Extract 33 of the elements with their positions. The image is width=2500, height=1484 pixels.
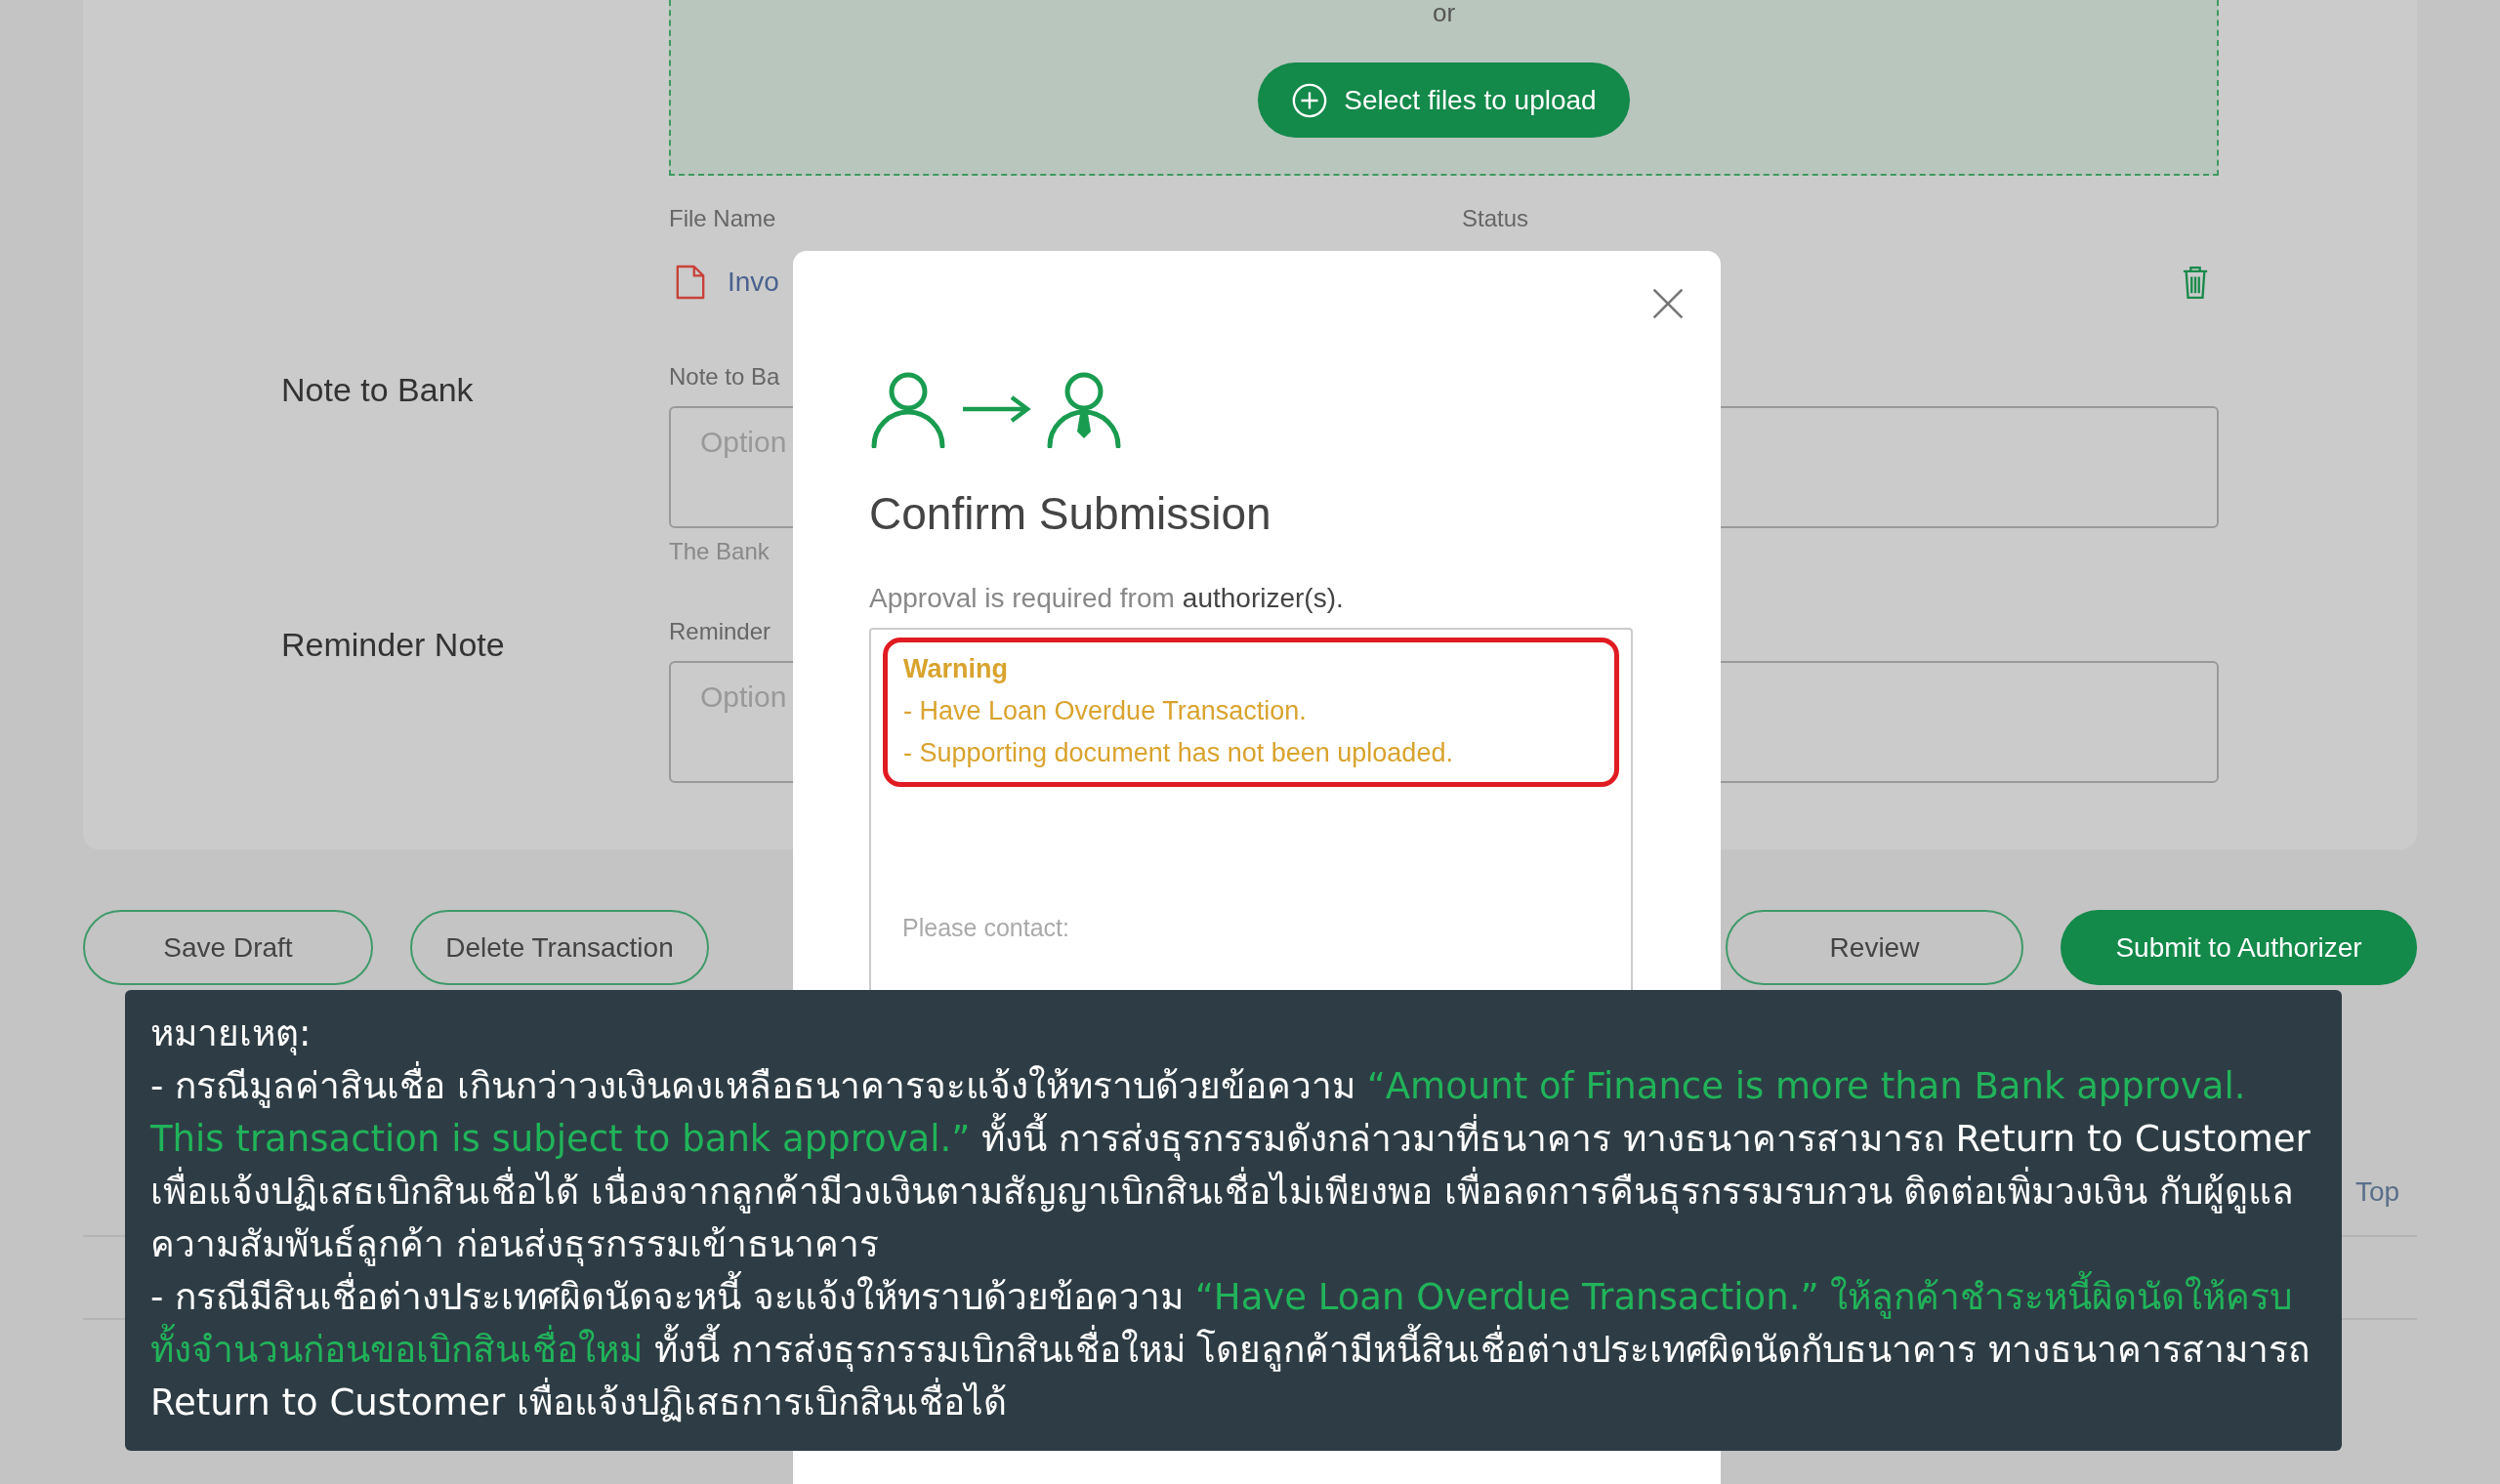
file-link[interactable]: Invo	[728, 267, 779, 298]
warning-title: Warning	[903, 654, 1009, 684]
note-paragraph: - กรณีมีสินเชื่อต่างประเทศผิดนัดจะหนี้ จะแจ้งให้ทราบด้วยข้อความ “Have Loan Overdue Transaction.” ให้ลูกค้าชำระหนี้ผิดนัดให้ครบทั้งจำนวนก่อนขอเบิกสินเชื่อใหม่ ทั้งนี้ การส่งธุรกรรมเบิกสินเชื่อใหม่ โดยลูกค้ามีหนี้สินเชื่อต่างประเทศผิดนัดกับธนาคาร ทางธนาคารสามารถ Return to Customer เพื่อแจ้งปฏิเสธการเบิกสินเชื่อได้	[150, 1271, 2316, 1429]
helper-text: The Bank	[669, 538, 771, 565]
action-button[interactable]: Save Draft	[83, 910, 373, 985]
section-label: Reminder Note	[281, 625, 506, 665]
back-to-top-link[interactable]: Top	[2355, 1176, 2400, 1208]
person-with-tie-icon	[1045, 370, 1123, 448]
authorizer-text: authorizer(s).	[1182, 583, 1344, 613]
plus-circle-icon	[1291, 81, 1329, 119]
field-label: Reminder	[669, 618, 772, 645]
arrow-icon	[961, 394, 1031, 424]
or-text: or	[1432, 0, 1456, 25]
field-label: Note to Ba	[669, 363, 781, 391]
close-icon[interactable]	[1650, 286, 1686, 321]
upload-drop-zone[interactable]: or Select files to upload	[669, 0, 2219, 176]
warning-line: - Supporting document has not been uploaded.	[903, 738, 1454, 768]
column-header: File Name	[669, 205, 777, 232]
select-files-button[interactable]: Select files to upload	[1258, 62, 1630, 138]
action-button[interactable]: Delete Transaction	[410, 910, 709, 985]
contact-text: Please contact:	[902, 914, 1070, 942]
section-label: Note to Bank	[281, 370, 475, 410]
document-icon	[675, 264, 706, 301]
trash-icon[interactable]	[2182, 264, 2209, 301]
warning-line: - Have Loan Overdue Transaction.	[903, 696, 1308, 726]
note-title: หมายเหตุ:	[150, 1011, 312, 1057]
action-button[interactable]: Review	[1726, 910, 2023, 985]
submit-button[interactable]: Submit to Authorizer	[2061, 910, 2417, 985]
person-icon	[869, 370, 947, 448]
note-paragraph: - กรณีมูลค่าสินเชื่อ เกินกว่าวงเงินคงเหลือธนาคารจะแจ้งให้ทราบด้วยข้อความ “Amount of Finance is more than Bank approval. This transaction is subject to bank approval.” ทั้งนี้ การส่งธุรกรรมดังกล่าวมาที่ธนาคาร ทางธนาคารสามารถ Return to Customer เพื่อแจ้งปฏิเสธเบิกสินเชื่อได้ เนื่องจากลูกค้ามีวงเงินตามสัญญาเบิกสินเชื่อไม่เพียงพอ เพื่อลดการคืนธุรกรรมรบกวน ติดต่อเพิ่มวงเงิน กับผู้ดูแลความสัมพันธ์ลูกค้า ก่อนส่งธุรกรรมเข้าธนาคาร	[150, 1060, 2316, 1271]
approval-text: Approval is required from	[869, 583, 1175, 613]
dialog-title: Confirm Submission	[869, 487, 1272, 540]
column-header: Status	[1462, 205, 1530, 232]
